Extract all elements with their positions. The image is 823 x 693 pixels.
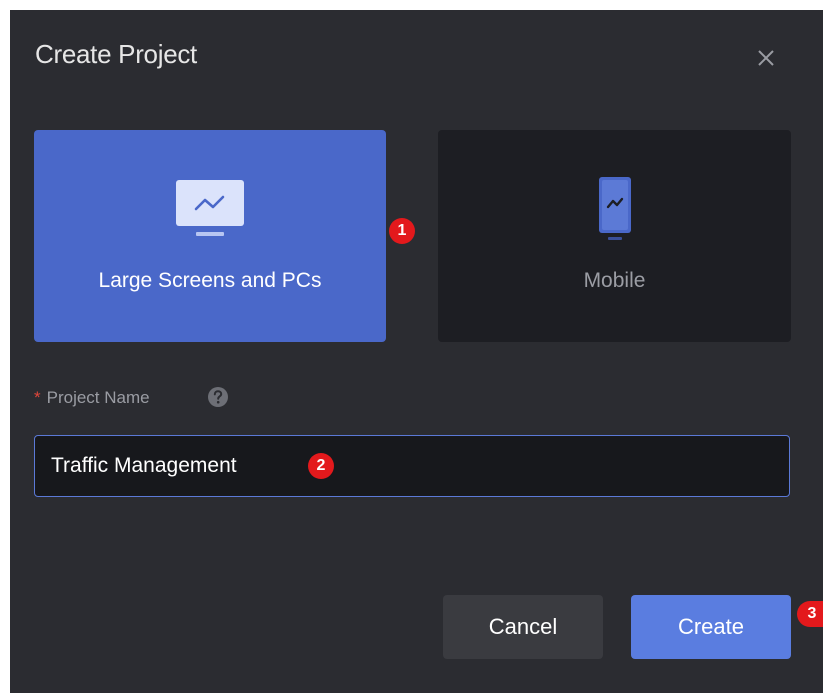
cancel-button[interactable]: Cancel [443,595,603,659]
close-icon [758,50,774,66]
close-button[interactable] [752,44,780,72]
project-name-field[interactable] [34,435,790,497]
dialog-title: Create Project [35,39,197,69]
create-project-dialog: Create Project Large Screens and PCs Mob… [10,10,823,693]
step-badge-2: 2 [308,453,334,479]
create-button[interactable]: Create [631,595,791,659]
mobile-label: Mobile [583,269,646,292]
question-circle-icon[interactable] [207,386,229,408]
project-type-card-mobile[interactable]: Mobile [438,130,791,342]
project-type-card-large-screens[interactable]: Large Screens and PCs [34,130,386,342]
large-screens-label: Large Screens and PCs [98,269,322,292]
project-name-label: * Project Name [34,388,150,408]
required-marker: * [34,388,41,407]
mobile-phone-icon [599,177,631,240]
project-name-input[interactable] [35,436,789,496]
monitor-chart-icon [176,180,244,236]
step-badge-1: 1 [389,218,415,244]
step-badge-3: 3 [797,601,823,627]
project-name-label-text: Project Name [46,388,150,407]
